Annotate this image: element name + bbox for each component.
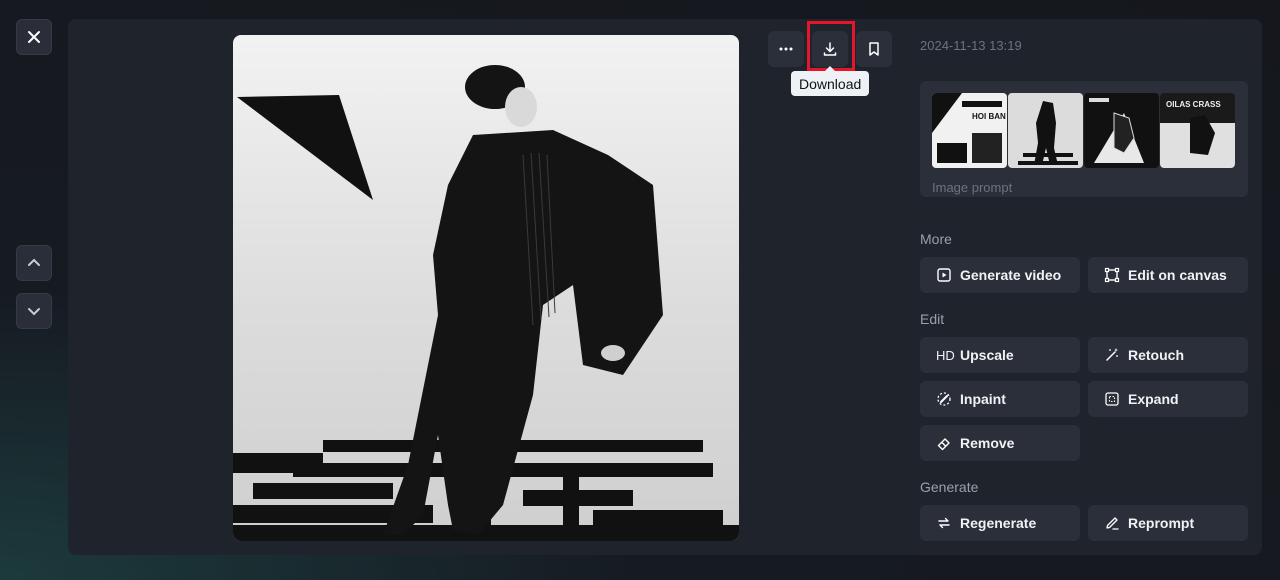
more-options-button[interactable]	[768, 31, 804, 67]
image-prompt-thumbnail[interactable]	[1008, 93, 1083, 168]
download-tooltip: Download	[791, 66, 870, 96]
generate-video-label: Generate video	[960, 267, 1062, 283]
pencil-icon	[1106, 517, 1119, 530]
expand-icon	[1105, 392, 1119, 406]
remove-button[interactable]: Remove	[920, 425, 1080, 461]
hd-icon: HD	[936, 347, 955, 363]
close-icon	[28, 31, 40, 43]
section-edit-heading: Edit	[920, 311, 945, 327]
expand-button[interactable]: Expand	[1088, 381, 1248, 417]
more-icon	[779, 47, 793, 51]
reprompt-button[interactable]: Reprompt	[1088, 505, 1248, 541]
edit-on-canvas-label: Edit on canvas	[1128, 267, 1227, 283]
image-prompt-box[interactable]: HOI BAN OILAS CRASS Image prompt	[920, 81, 1248, 197]
regenerate-button[interactable]: Regenerate	[920, 505, 1080, 541]
previous-image-button[interactable]	[16, 245, 52, 281]
section-generate-heading: Generate	[920, 479, 979, 495]
edit-on-canvas-button[interactable]: Edit on canvas	[1088, 257, 1248, 293]
retouch-button[interactable]: Retouch	[1088, 337, 1248, 373]
section-more-heading: More	[920, 231, 952, 247]
upscale-button[interactable]: HD Upscale	[920, 337, 1080, 373]
next-image-button[interactable]	[16, 293, 52, 329]
inpaint-button[interactable]: Inpaint	[920, 381, 1080, 417]
reprompt-label: Reprompt	[1128, 515, 1195, 531]
remove-label: Remove	[960, 435, 1015, 451]
image-prompt-thumbnail[interactable]: OILAS CRASS	[1160, 93, 1235, 168]
image-prompt-label: Image prompt	[932, 180, 1013, 195]
inpaint-label: Inpaint	[960, 391, 1006, 407]
thumb-1-text: HOI BAN	[972, 112, 1006, 121]
canvas-icon	[1104, 267, 1120, 283]
retouch-label: Retouch	[1128, 347, 1184, 363]
chevron-up-icon	[28, 258, 40, 266]
magic-wand-icon	[1106, 348, 1118, 361]
regenerate-icon	[938, 517, 950, 529]
image-prompt-thumbnail[interactable]: HOI BAN	[932, 93, 1007, 168]
generated-image	[233, 35, 739, 541]
chevron-down-icon	[28, 308, 40, 316]
download-highlight	[807, 21, 855, 71]
eraser-icon	[937, 438, 950, 451]
regenerate-label: Regenerate	[960, 515, 1037, 531]
thumb-4-text: OILAS CRASS	[1166, 100, 1221, 109]
close-button[interactable]	[16, 19, 52, 55]
upscale-label: Upscale	[960, 347, 1014, 363]
image-prompt-thumbnail[interactable]	[1084, 93, 1159, 168]
bookmark-icon	[869, 42, 879, 56]
brush-icon	[937, 392, 951, 406]
generate-video-button[interactable]: Generate video	[920, 257, 1080, 293]
bookmark-button[interactable]	[856, 31, 892, 67]
expand-label: Expand	[1128, 391, 1179, 407]
creation-timestamp: 2024-11-13 13:19	[920, 38, 1022, 53]
video-icon	[937, 268, 951, 282]
